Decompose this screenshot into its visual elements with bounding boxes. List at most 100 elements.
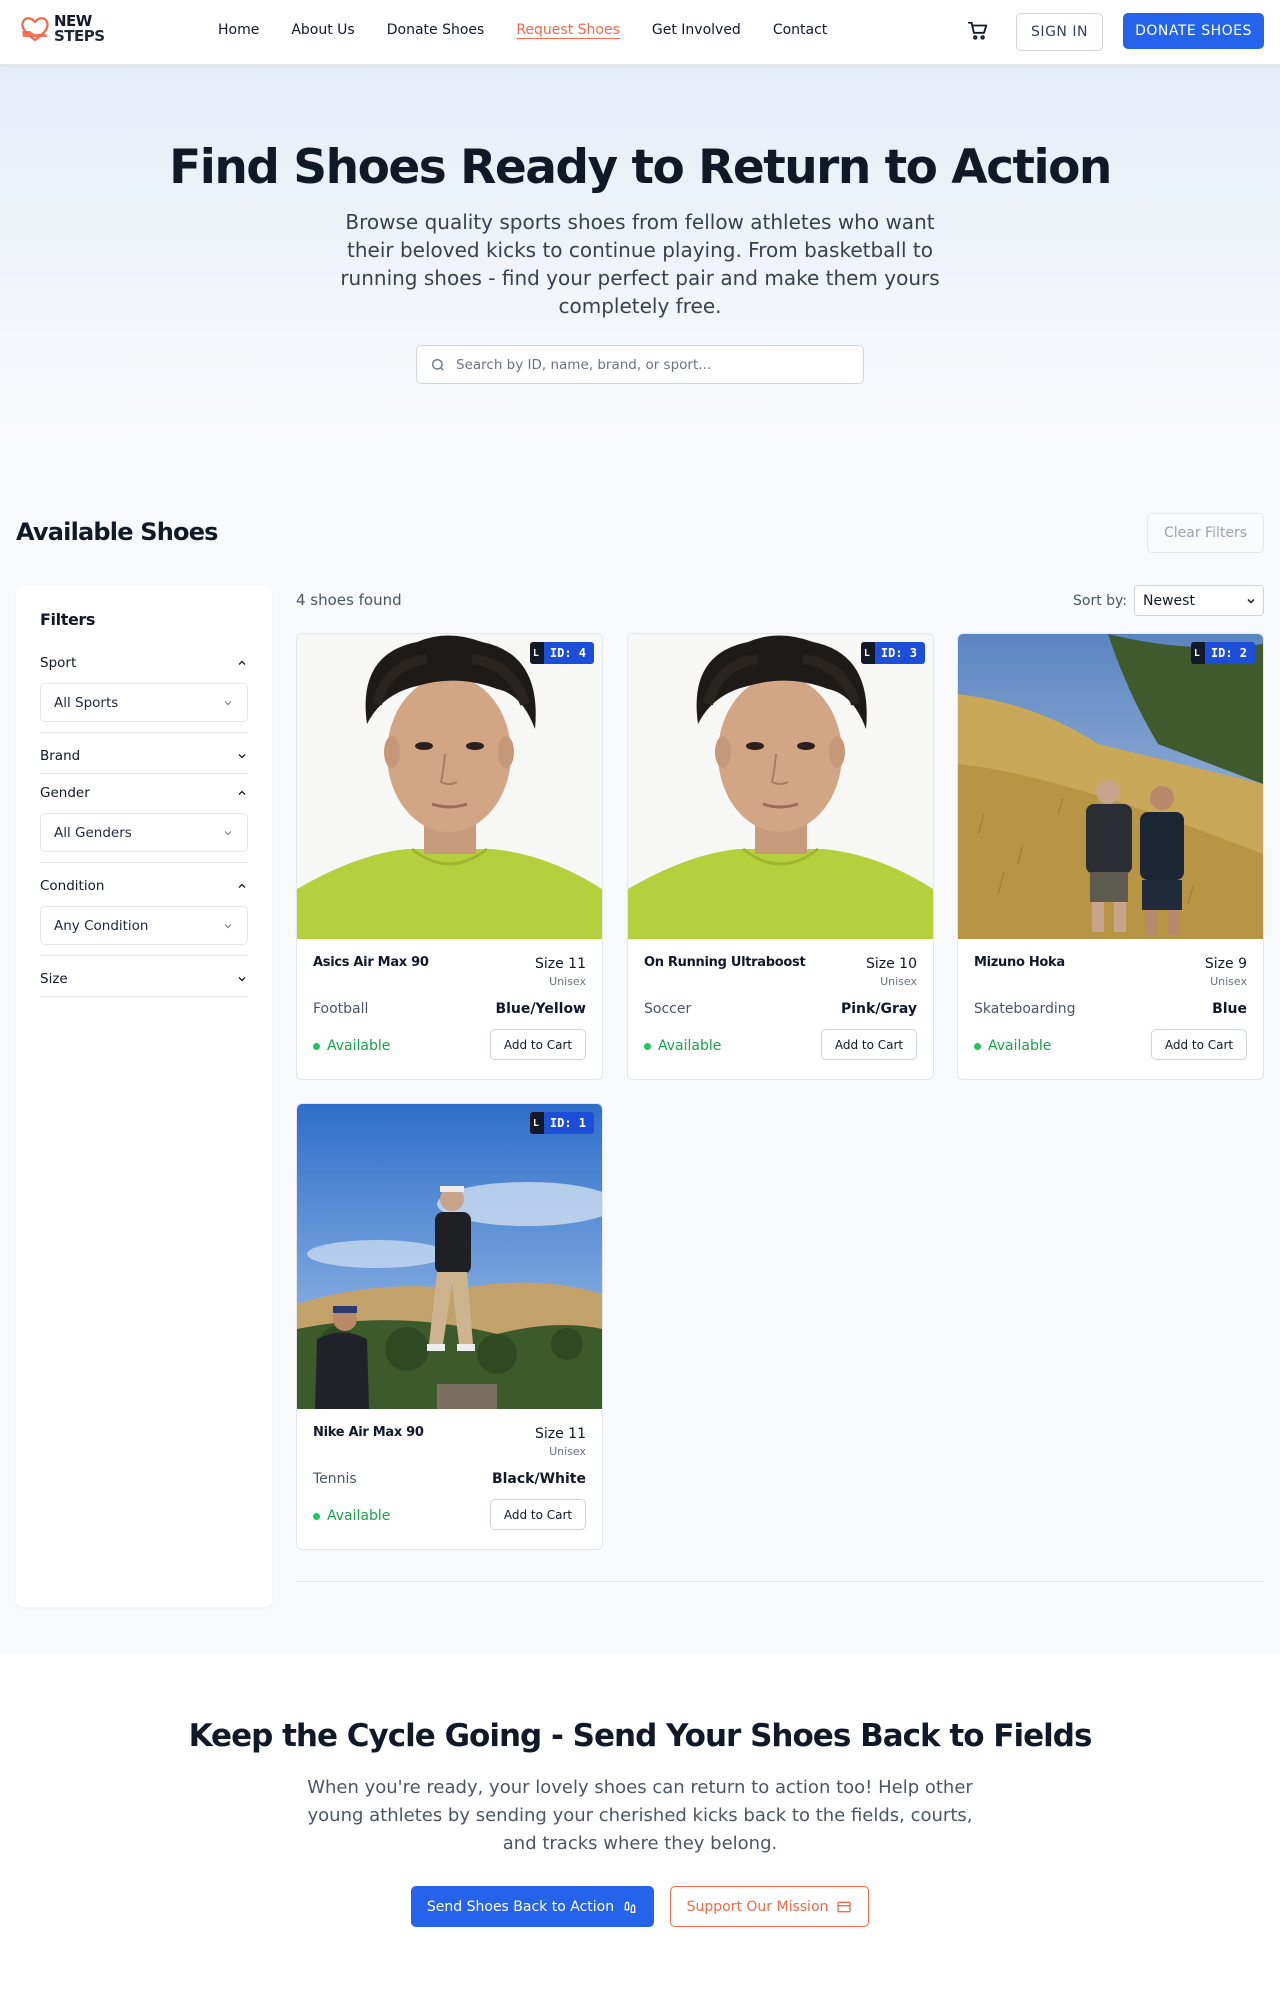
shoe-status-label: Available — [988, 1038, 1052, 1054]
chevron-up-icon — [238, 790, 246, 795]
nav-donate-shoes[interactable]: Donate Shoes — [387, 22, 485, 38]
shoe-status-label: Available — [327, 1038, 391, 1054]
support-mission-label: Support Our Mission — [686, 1898, 829, 1915]
shoe-photo — [297, 634, 602, 939]
filter-gender-label: Gender — [40, 785, 90, 801]
sign-in-button[interactable]: SIGN IN — [1016, 13, 1103, 51]
chevron-down-icon — [224, 700, 232, 705]
add-to-cart-button[interactable]: Add to Cart — [490, 1499, 586, 1530]
shoe-size: Size 11 — [534, 1426, 586, 1442]
chevron-down-icon — [224, 830, 232, 835]
filter-sport-label: Sport — [40, 655, 77, 671]
shoe-status: Available — [644, 1038, 721, 1054]
hero-section: Find Shoes Ready to Return to Action Bro… — [0, 65, 1280, 465]
sport-select[interactable]: All Sports — [40, 683, 248, 722]
filter-brand-label: Brand — [40, 748, 81, 764]
listing-section: Available Shoes Clear Filters Filters Sp… — [0, 465, 1280, 1655]
shoe-gender: Unisex — [549, 975, 586, 988]
logo[interactable]: NEW STEPS — [20, 14, 105, 44]
filter-condition: Condition Any Condition — [40, 876, 248, 945]
shoe-id-badge: L ID: 2 — [1190, 642, 1255, 664]
sort-select-value: Newest — [1143, 592, 1195, 609]
shoe-color: Pink/Gray — [841, 1001, 917, 1017]
gender-select[interactable]: All Genders — [40, 813, 248, 852]
cart-icon[interactable] — [967, 20, 989, 42]
shoe-id-label: ID: 4 — [549, 646, 586, 660]
filter-size-header[interactable]: Size — [40, 969, 248, 989]
shoe-gender: Unisex — [880, 975, 917, 988]
condition-select[interactable]: Any Condition — [40, 906, 248, 945]
shoe-id-label: ID: 1 — [549, 1116, 586, 1130]
filter-sport: Sport All Sports — [40, 653, 248, 722]
status-dot-icon — [313, 1512, 320, 1520]
shoe-card[interactable]: L ID: 3 On Running Ultraboost Size 10 Uni… — [627, 633, 934, 1080]
search-box[interactable] — [416, 345, 864, 384]
divider — [296, 1581, 1264, 1582]
nav-about[interactable]: About Us — [291, 22, 354, 38]
filter-brand-header[interactable]: Brand — [40, 746, 248, 766]
nav-get-involved[interactable]: Get Involved — [652, 22, 741, 38]
shoe-color: Black/White — [491, 1471, 586, 1487]
available-shoes-title: Available Shoes — [16, 518, 218, 546]
nav-contact[interactable]: Contact — [773, 22, 827, 38]
cta-title: Keep the Cycle Going - Send Your Shoes B… — [188, 1718, 1093, 1754]
search-icon — [432, 358, 444, 371]
shoe-name: On Running Ultraboost — [644, 955, 806, 970]
add-to-cart-button[interactable]: Add to Cart — [1151, 1029, 1247, 1060]
shoe-id-label: ID: 3 — [880, 646, 917, 660]
divider — [40, 862, 248, 863]
filter-condition-label: Condition — [40, 878, 105, 894]
filter-gender: Gender All Genders — [40, 783, 248, 852]
chevron-up-icon — [238, 883, 246, 888]
shoe-size: Size 11 — [534, 956, 586, 972]
filter-condition-header[interactable]: Condition — [40, 876, 248, 896]
shoe-size: Size 9 — [1204, 956, 1247, 972]
shoe-photo — [297, 1104, 602, 1409]
nav-request-shoes[interactable]: Request Shoes — [516, 22, 620, 38]
credit-card-icon — [837, 1901, 852, 1912]
nav-home[interactable]: Home — [218, 22, 259, 38]
add-to-cart-button[interactable]: Add to Cart — [490, 1029, 586, 1060]
shoe-status: Available — [974, 1038, 1051, 1054]
shoe-size: Size 10 — [865, 956, 917, 972]
gender-select-value: All Genders — [54, 824, 132, 841]
shoe-gender: Unisex — [1210, 975, 1247, 988]
filter-gender-header[interactable]: Gender — [40, 783, 248, 803]
status-dot-icon — [313, 1042, 320, 1050]
chevron-down-icon — [238, 754, 246, 759]
shoe-card[interactable]: L ID: 1 Nike Air Max 90 Size 11 Unisex Te… — [296, 1103, 603, 1550]
shoe-sport: Soccer — [644, 1001, 692, 1017]
shoe-card[interactable]: L ID: 4 Asics Air Max 90 Size 11 Unisex F… — [296, 633, 603, 1080]
hero-subtitle: Browse quality sports shoes from fellow … — [340, 210, 940, 318]
top-navbar: NEW STEPS Home About Us Donate Shoes Req… — [0, 0, 1280, 65]
clear-filters-button[interactable]: Clear Filters — [1147, 513, 1264, 553]
sort-select[interactable]: Newest — [1134, 585, 1264, 616]
filter-size: Size — [40, 969, 248, 989]
filter-sport-header[interactable]: Sport — [40, 653, 248, 673]
shoe-color: Blue/Yellow — [495, 1001, 586, 1017]
cta-section: Keep the Cycle Going - Send Your Shoes B… — [0, 1655, 1280, 1991]
chevron-down-icon — [224, 923, 232, 928]
donate-shoes-button[interactable]: DONATE SHOES — [1123, 13, 1264, 49]
shoe-status-label: Available — [327, 1508, 391, 1524]
status-dot-icon — [644, 1042, 651, 1050]
send-shoes-back-label: Send Shoes Back to Action — [426, 1898, 615, 1915]
shoe-id-badge: L ID: 3 — [860, 642, 925, 664]
send-shoes-back-button[interactable]: Send Shoes Back to Action — [411, 1886, 654, 1927]
shoe-id-badge: L ID: 1 — [529, 1112, 594, 1134]
filter-size-label: Size — [40, 971, 68, 987]
support-mission-button[interactable]: Support Our Mission — [670, 1886, 869, 1927]
shoe-sport: Tennis — [313, 1471, 357, 1487]
chevron-down-icon — [238, 977, 246, 982]
shoe-name: Nike Air Max 90 — [313, 1425, 424, 1440]
shoe-gender: Unisex — [549, 1445, 586, 1458]
search-input[interactable] — [456, 356, 836, 373]
shoe-sport: Football — [313, 1001, 369, 1017]
shoe-name: Mizuno Hoka — [974, 955, 1065, 970]
shoe-card[interactable]: L ID: 2 Mizuno Hoka Size 9 Unisex Skatebo… — [957, 633, 1264, 1080]
add-to-cart-button[interactable]: Add to Cart — [821, 1029, 917, 1060]
shoe-status: Available — [313, 1038, 390, 1054]
shoe-status-label: Available — [658, 1038, 722, 1054]
chevron-up-icon — [238, 660, 246, 665]
status-dot-icon — [974, 1042, 981, 1050]
